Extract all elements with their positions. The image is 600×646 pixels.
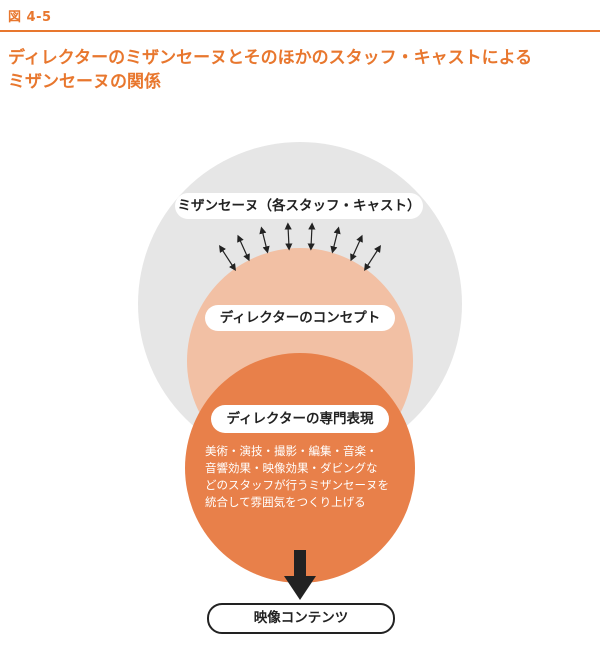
mise-en-scene-label: ミザンセーヌ（各スタッフ・キャスト） <box>175 193 423 219</box>
double-arrow-1 <box>219 244 236 272</box>
video-content-box: 映像コンテンツ <box>207 603 395 634</box>
description-line-1: 美術・演技・撮影・編集・音楽・ <box>205 444 378 458</box>
double-arrow-7 <box>350 234 363 262</box>
description-line-2: 音響効果・映像効果・ダビングな <box>205 461 378 475</box>
double-arrow-3 <box>259 226 270 254</box>
director-expression-label: ディレクターの専門表現 <box>211 405 389 433</box>
double-arrow-2 <box>237 234 250 262</box>
double-arrow-6 <box>330 226 341 254</box>
description-line-3: どのスタッフが行うミザンセーヌを <box>205 478 389 492</box>
double-arrow-4 <box>284 222 293 251</box>
director-concept-label: ディレクターのコンセプト <box>205 305 395 331</box>
inner-description: 美術・演技・撮影・編集・音楽・ 音響効果・映像効果・ダビングな どのスタッフが行… <box>205 443 399 511</box>
description-line-4: 統合して雰囲気をつくり上げる <box>205 495 366 509</box>
down-arrow-icon <box>284 550 316 600</box>
double-arrow-8 <box>364 244 381 272</box>
double-arrow-5 <box>307 222 316 251</box>
